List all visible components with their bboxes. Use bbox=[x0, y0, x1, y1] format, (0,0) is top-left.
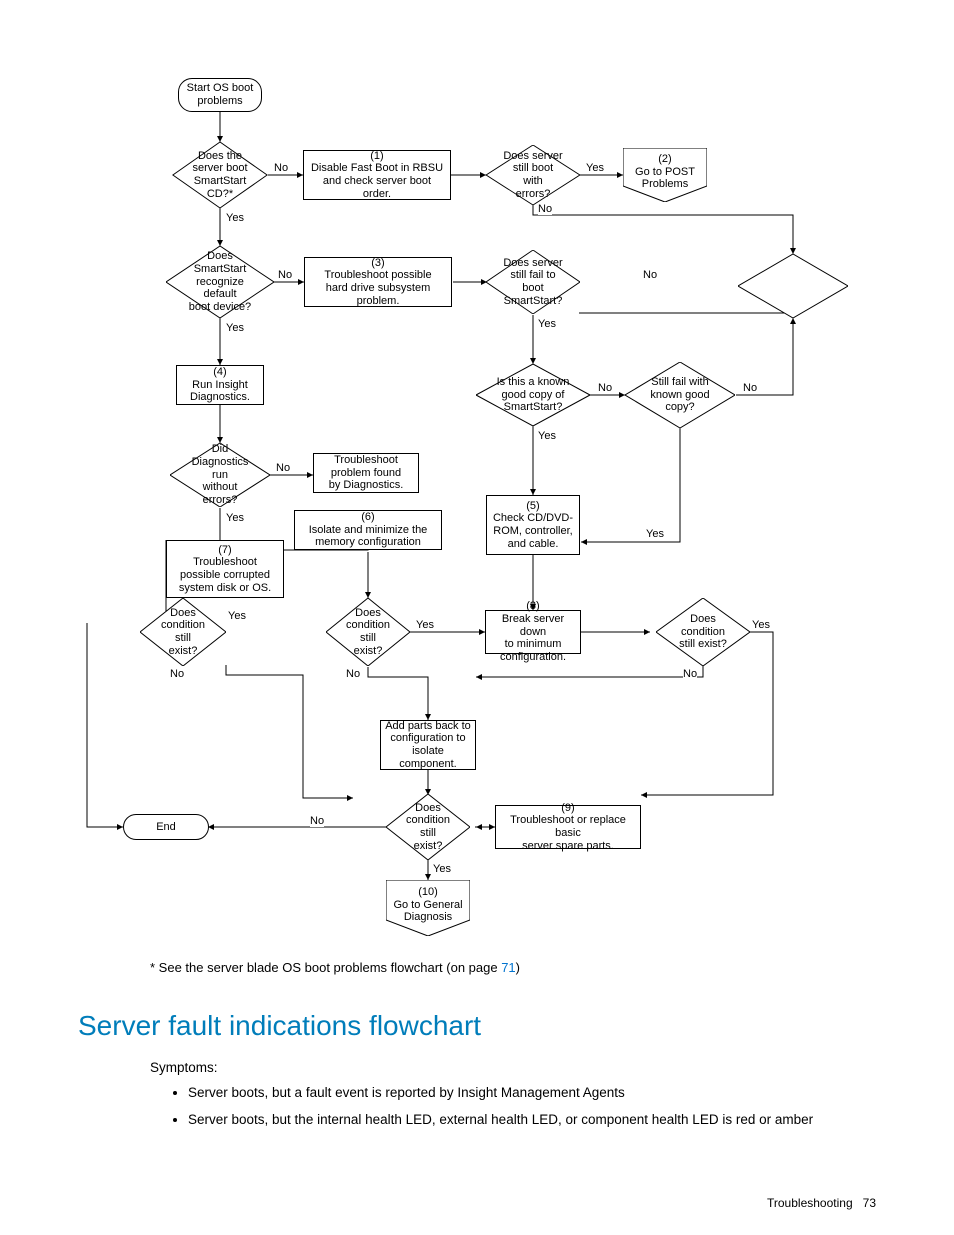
lbl-yes: Yes bbox=[752, 619, 770, 631]
lbl-yes: Yes bbox=[228, 610, 246, 622]
symptoms-label: Symptoms: bbox=[150, 1060, 218, 1075]
symptoms-list: Server boots, but a fault event is repor… bbox=[150, 1085, 813, 1139]
process-diag-trouble: Troubleshootproblem foundby Diagnostics. bbox=[313, 453, 419, 493]
process-7: (7)Troubleshootpossible corruptedsystem … bbox=[166, 540, 284, 598]
lbl-no: No bbox=[743, 382, 757, 394]
decision-fail-boot: Does serverstill fail to bootSmartStart? bbox=[486, 250, 580, 314]
process-addparts: Add parts back toconfiguration toisolate… bbox=[380, 720, 476, 770]
lbl-yes: Yes bbox=[226, 212, 244, 224]
decision-recognize: DoesSmartStartrecognize defaultboot devi… bbox=[166, 246, 274, 318]
decision-still-fail: Still fail withknown goodcopy? bbox=[625, 362, 735, 428]
decision-boot-cd: Does theserver bootSmartStartCD?* bbox=[172, 142, 268, 208]
section-heading: Server fault indications flowchart bbox=[78, 1010, 481, 1042]
process-9: (9)Troubleshoot or replace basicserver s… bbox=[495, 805, 641, 849]
lbl-no: No bbox=[683, 668, 697, 680]
decision-cond6: Doescondition stillexist? bbox=[326, 598, 410, 666]
merge-right bbox=[738, 254, 848, 318]
lbl-no: No bbox=[643, 269, 657, 281]
decision-cond8: Doesconditionstill exist? bbox=[656, 598, 750, 666]
decision-still-errors: Does serverstill boot witherrors? bbox=[486, 145, 580, 205]
process-5: (5)Check CD/DVD-ROM, controller,and cabl… bbox=[486, 495, 580, 555]
lbl-yes: Yes bbox=[416, 619, 434, 631]
lbl-yes: Yes bbox=[226, 512, 244, 524]
lbl-no: No bbox=[274, 162, 288, 174]
process-8: (8)Break server downto minimum configura… bbox=[485, 610, 581, 654]
lbl-no: No bbox=[538, 203, 552, 215]
process-3: (3)Troubleshoot possiblehard drive subsy… bbox=[304, 257, 452, 307]
lbl-no: No bbox=[170, 668, 184, 680]
page-link-71[interactable]: 71 bbox=[501, 960, 515, 975]
lbl-yes: Yes bbox=[538, 430, 556, 442]
decision-diag-errors: DidDiagnostics runwithout errors? bbox=[170, 443, 270, 507]
lbl-no: No bbox=[276, 462, 290, 474]
end-terminator: End bbox=[123, 814, 209, 840]
process-4: (4)Run InsightDiagnostics. bbox=[176, 365, 264, 405]
list-item: Server boots, but a fault event is repor… bbox=[188, 1085, 813, 1100]
decision-known-good: Is this a knowngood copy ofSmartStart? bbox=[476, 364, 590, 426]
lbl-yes: Yes bbox=[433, 863, 451, 875]
process-6: (6)Isolate and minimize thememory config… bbox=[294, 510, 442, 550]
decision-cond7: Doescondition stillexist? bbox=[140, 598, 226, 666]
lbl-no: No bbox=[278, 269, 292, 281]
process-1: (1)Disable Fast Boot in RBSUand check se… bbox=[303, 150, 451, 200]
decision-cond9: Doescondition stillexist? bbox=[386, 794, 470, 860]
lbl-no: No bbox=[310, 815, 324, 827]
offpage-2: (2)Go to POSTProblems bbox=[623, 148, 707, 202]
list-item: Server boots, but the internal health LE… bbox=[188, 1112, 813, 1127]
footnote: * See the server blade OS boot problems … bbox=[150, 960, 520, 975]
page-footer: Troubleshooting 73 bbox=[767, 1196, 876, 1210]
lbl-yes: Yes bbox=[226, 322, 244, 334]
lbl-yes: Yes bbox=[646, 528, 664, 540]
lbl-yes: Yes bbox=[538, 318, 556, 330]
lbl-no: No bbox=[346, 668, 360, 680]
lbl-yes: Yes bbox=[586, 162, 604, 174]
offpage-10: (10)Go to GeneralDiagnosis bbox=[386, 880, 470, 936]
start-terminator: Start OS bootproblems bbox=[178, 78, 262, 112]
lbl-no: No bbox=[598, 382, 612, 394]
flowchart-diagram: Start OS bootproblems Does theserver boo… bbox=[78, 70, 883, 945]
